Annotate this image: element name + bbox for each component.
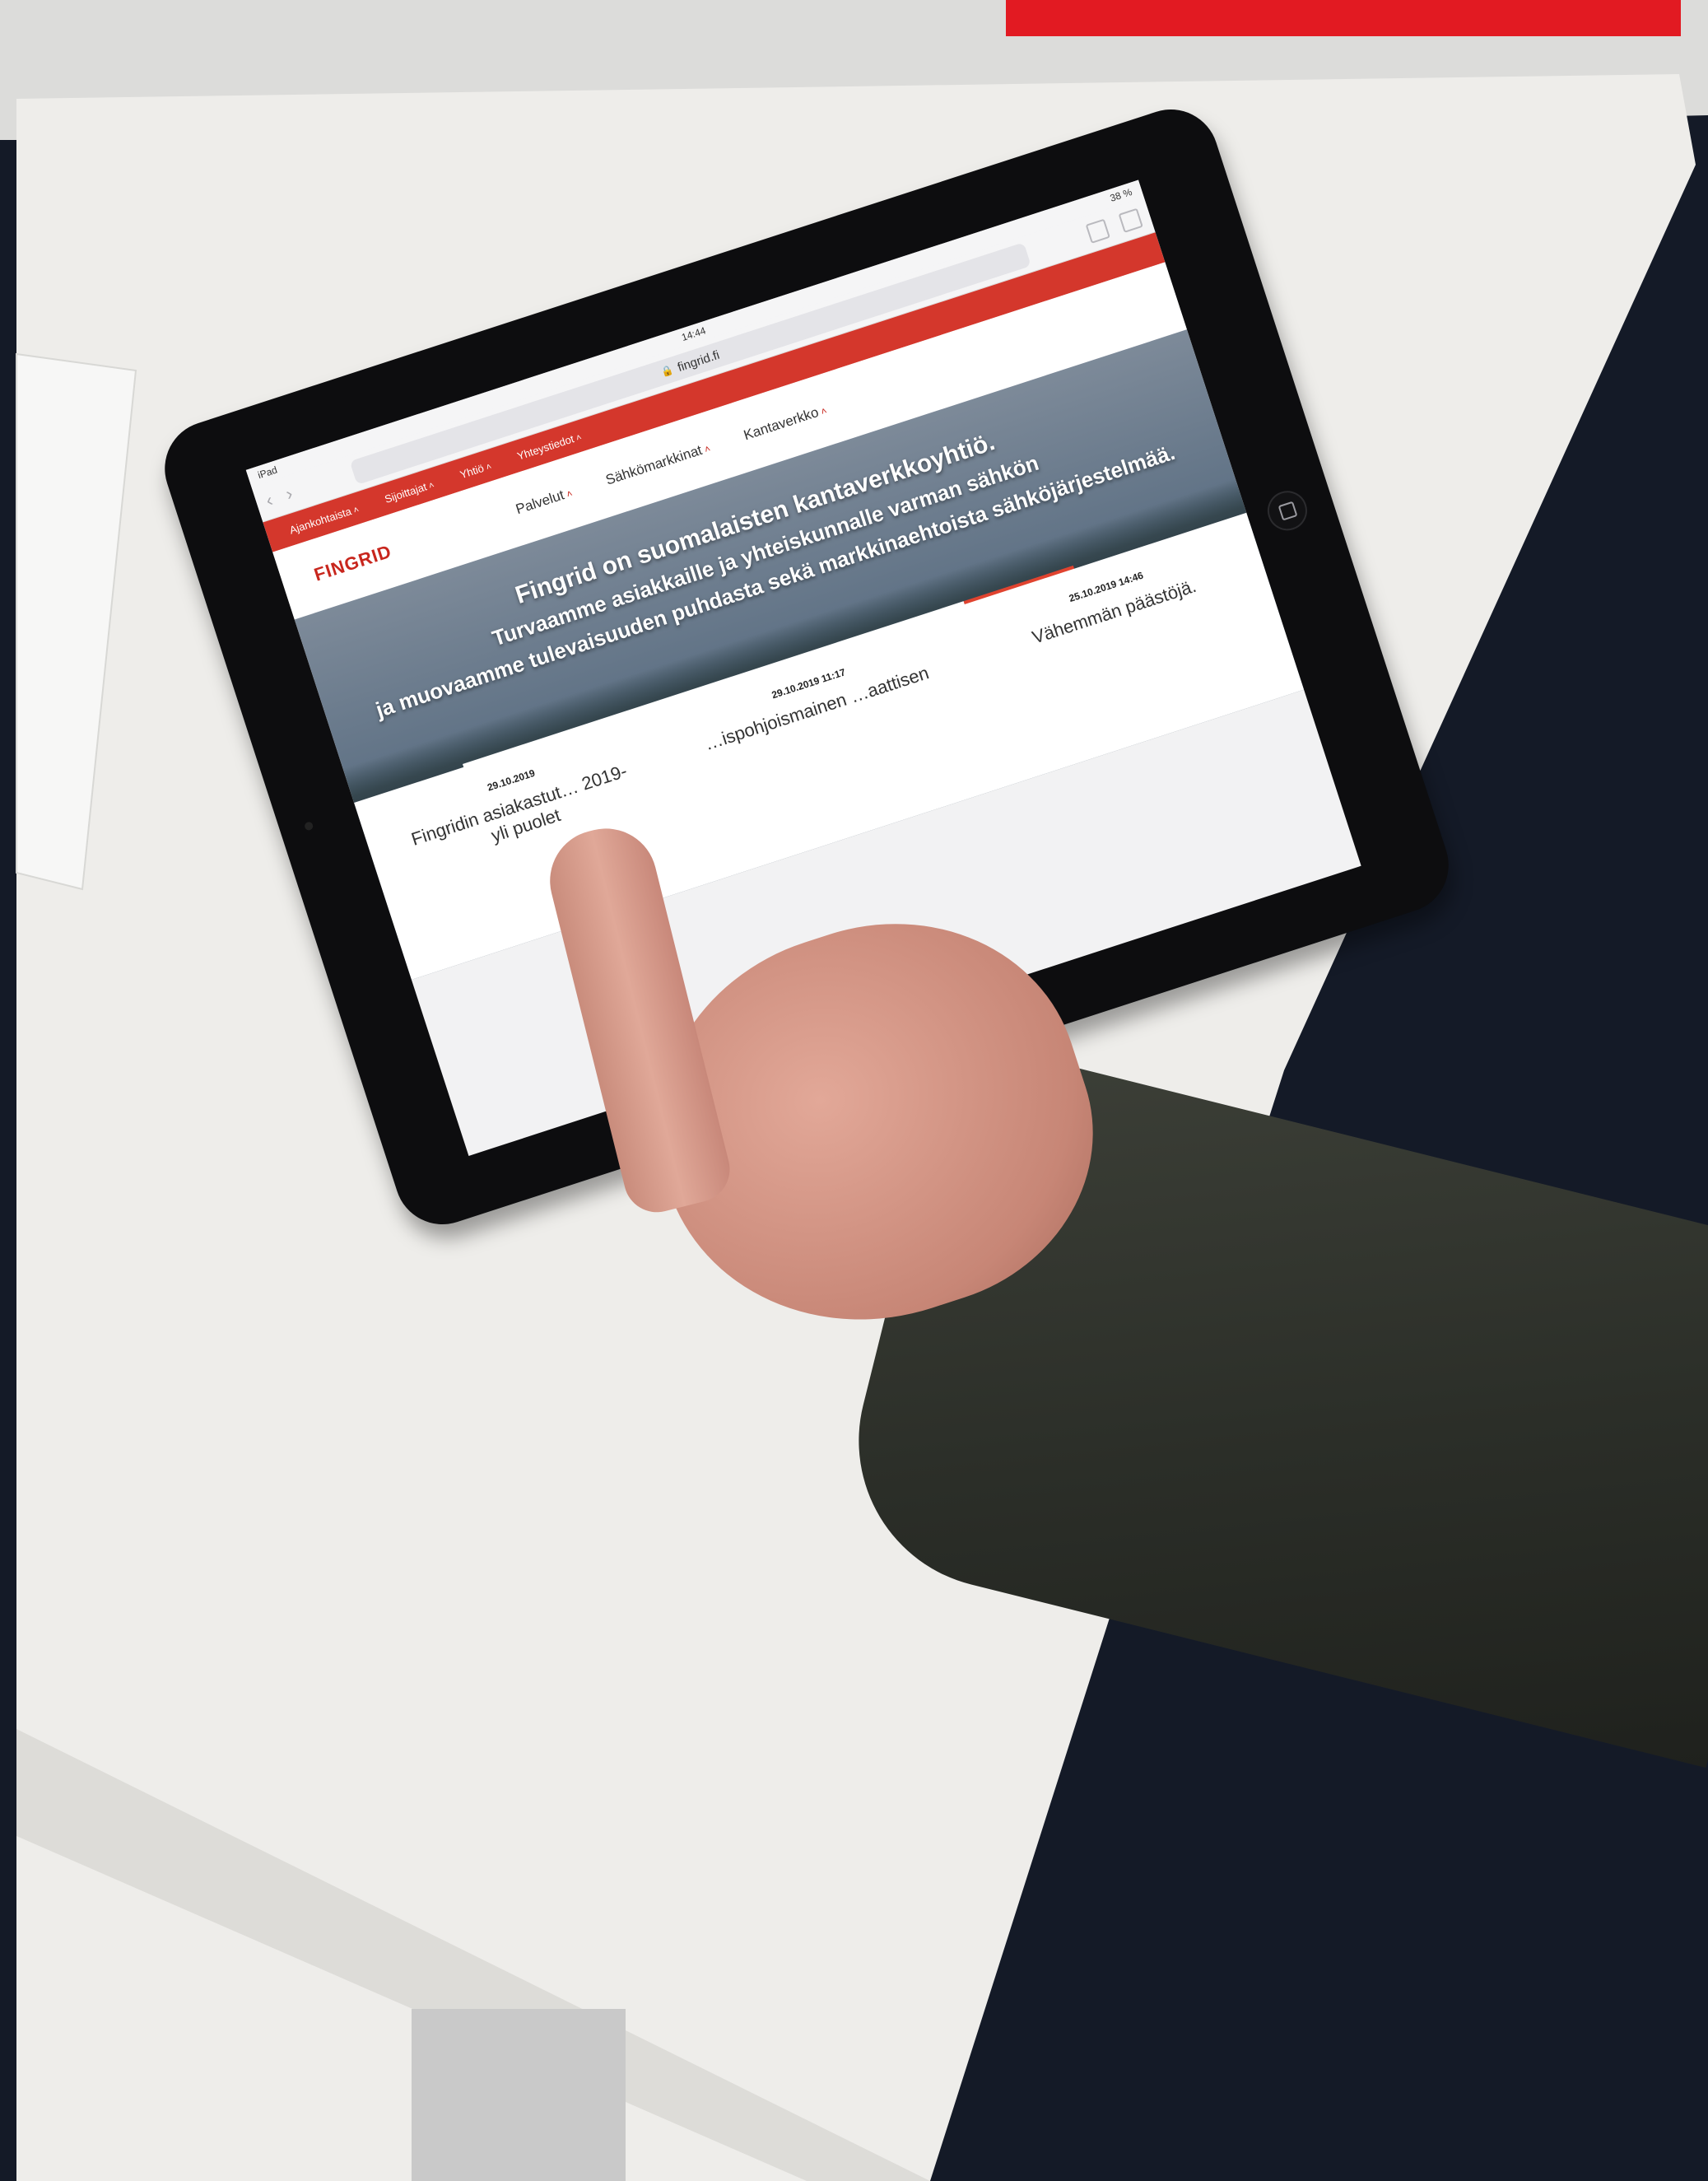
lock-icon: 🔒 xyxy=(659,363,676,379)
home-button[interactable] xyxy=(1262,486,1313,536)
chevron-right-icon[interactable]: › xyxy=(283,482,296,505)
share-icon[interactable] xyxy=(1085,218,1110,244)
fingrid-logo[interactable]: FINGRID xyxy=(312,541,395,586)
main-menu-item[interactable]: Palvelut xyxy=(514,484,575,518)
tabs-icon[interactable] xyxy=(1118,207,1143,233)
top-nav-item[interactable]: Yhtiö xyxy=(458,459,493,480)
table-leg xyxy=(412,2009,626,2181)
chevron-left-icon[interactable]: ‹ xyxy=(263,489,276,511)
photo-scene: iPad 14:44 38 % ‹ › 🔒 fingrid.fi Ajankoh… xyxy=(0,0,1708,2181)
red-banner xyxy=(1006,0,1681,36)
main-menu-item[interactable]: Kantaverkko xyxy=(742,402,829,444)
url-text: fingrid.fi xyxy=(675,347,722,375)
front-camera xyxy=(303,821,314,832)
main-menu-item[interactable]: Sähkömarkkinat xyxy=(603,440,712,489)
